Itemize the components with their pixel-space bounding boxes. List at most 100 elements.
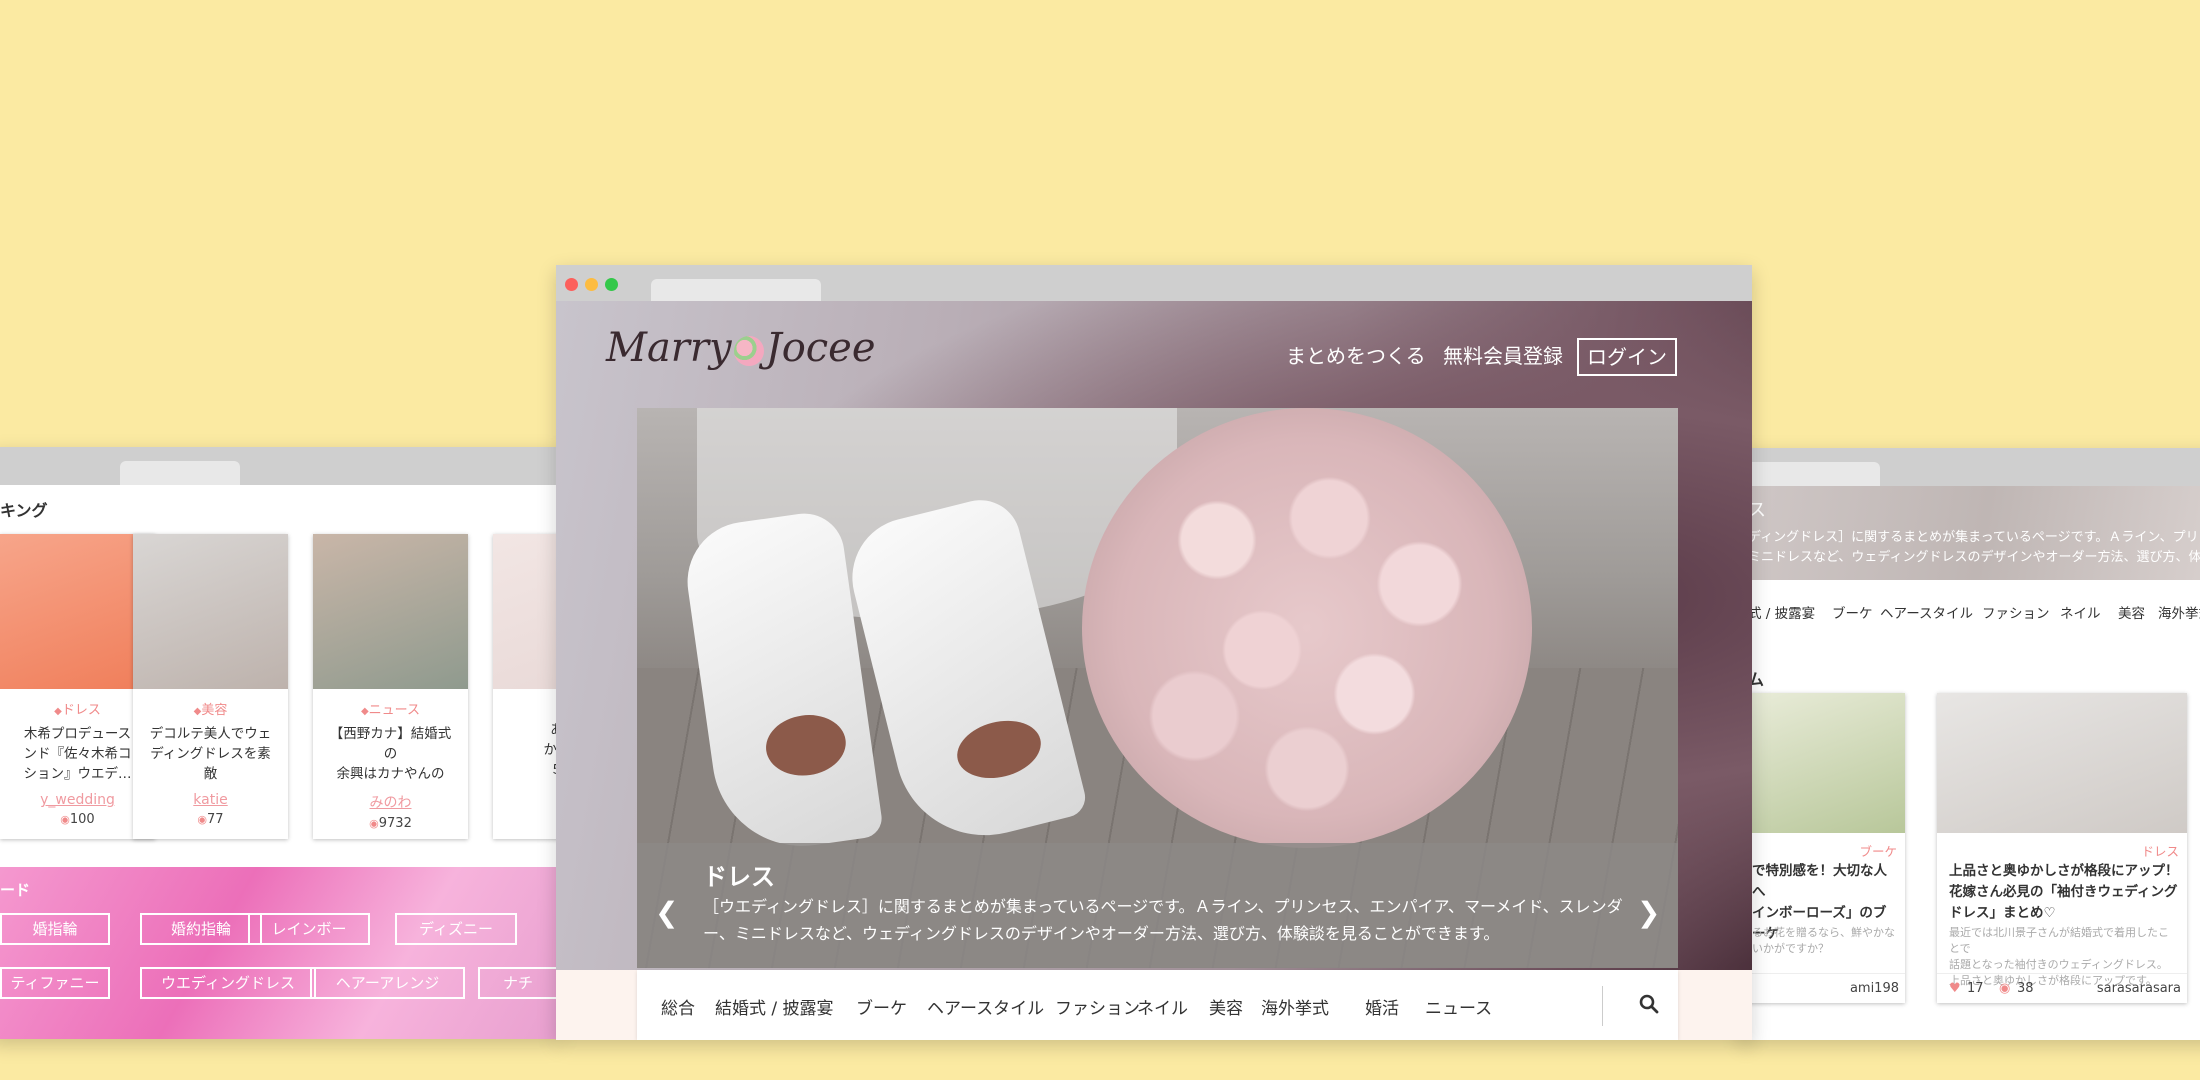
category-nav-item[interactable]: ブーケ [856, 994, 907, 1019]
category-tag[interactable]: 美容 [133, 699, 288, 718]
article-card[interactable]: 美容 デコルテ美人でウェ ディングドレスを素敵 に着こなそう！ katie 77 [133, 534, 288, 839]
keyword-chip[interactable]: 婚指輪 [0, 913, 110, 945]
article-card[interactable]: あなた か？結婚 ５つ… div [493, 534, 560, 839]
article-card[interactable]: ニュース 【西野カナ】結婚式の 余興はカナやんの『ト リセツ』で攻めよう… みの… [313, 534, 468, 839]
article-card[interactable]: ブーケ で特別感を！大切な人へ インボーローズ」のブーケ るお花を贈るなら、鮮や… [1740, 693, 1905, 1003]
browser-tab[interactable] [120, 461, 240, 485]
site-logo[interactable]: Marry Jocee [606, 325, 876, 371]
article-thumbnail[interactable] [1937, 693, 2187, 833]
author-link[interactable]: y_wedding [0, 792, 155, 808]
article-title[interactable]: デコルテ美人でウェ ディングドレスを素敵 に着こなそう！ [145, 724, 276, 784]
keyword-chip[interactable]: ディズニー [395, 913, 517, 945]
article-card[interactable]: ドレス 上品さと奥ゆかしさが格段にアップ！ 花嫁さん必見の「袖付きウェディング … [1937, 693, 2187, 1003]
category-nav-item[interactable]: ヘアースタイル [927, 994, 1044, 1019]
category-nav-item[interactable]: ネイル [1137, 994, 1188, 1019]
minimize-window-button[interactable] [585, 278, 598, 291]
hero-image-bouquet [1082, 408, 1532, 848]
category-nav-item[interactable]: ネイル [2060, 602, 2101, 622]
article-thumbnail[interactable] [0, 534, 155, 689]
author-name[interactable]: ami198 [1850, 981, 1899, 996]
category-nav-item[interactable]: 式 / 披露宴 [1748, 602, 1815, 622]
category-nav-item[interactable]: ファション [1055, 994, 1140, 1019]
hero-description: ディングドレス］に関するまとめが集まっているページです。Ａライン、プリンセ ミニ… [1748, 528, 2200, 568]
left-browser-window: キング ドレス 木希プロデュース ンド『佐々木希コ ション』ウエデ… y_wed… [0, 447, 560, 1039]
search-icon[interactable] [1637, 992, 1661, 1016]
keyword-chip[interactable]: ティファニー [0, 967, 110, 999]
maximize-window-button[interactable] [605, 278, 618, 291]
article-title[interactable]: 【西野カナ】結婚式の 余興はカナやんの『ト リセツ』で攻めよう… [325, 724, 456, 784]
article-thumbnail[interactable] [133, 534, 288, 689]
article-thumbnail[interactable] [313, 534, 468, 689]
category-tag[interactable] [493, 699, 560, 714]
article-card[interactable]: ドレス 木希プロデュース ンド『佐々木希コ ション』ウエデ… y_wedding… [0, 534, 155, 839]
author-link[interactable]: div [493, 788, 561, 804]
category-tag[interactable]: ブーケ [1859, 841, 1897, 860]
article-thumbnail[interactable] [493, 534, 560, 689]
hero-desc-line: ディングドレス］に関するまとめが集まっているページです。Ａライン、プリンセ [1748, 530, 2200, 545]
close-window-button[interactable] [565, 278, 578, 291]
browser-tab[interactable] [651, 279, 821, 301]
login-button[interactable]: ログイン [1577, 338, 1677, 376]
eye-icon: ◉ [1999, 981, 2011, 996]
carousel-next-icon[interactable]: ❯ [1637, 896, 1660, 929]
flower-icon [733, 336, 764, 366]
category-nav-item[interactable]: 結婚式 / 披露宴 [715, 994, 834, 1019]
view-count: 77 [133, 812, 288, 827]
hero-title: ドレス [703, 863, 775, 891]
heart-icon: ♥ [1949, 981, 1961, 996]
category-nav-item[interactable]: 海外挙式 [2158, 602, 2200, 622]
category-nav-item[interactable]: ヘアースタイル [1880, 602, 1973, 622]
keyword-chip[interactable]: ウエディングドレス [140, 967, 316, 999]
category-tag[interactable]: ニュース [313, 699, 468, 718]
category-nav-item[interactable]: 美容 [2118, 602, 2145, 622]
view-count: 38 [2017, 981, 2034, 996]
keyword-chip[interactable]: 婚約指輪 [140, 913, 262, 945]
category-nav-item[interactable]: 美容 [1209, 994, 1243, 1019]
category-nav: 式 / 披露宴ブーケヘアースタイルファションネイル美容海外挙式 [1740, 580, 2200, 644]
author-link[interactable]: みのわ [313, 792, 468, 812]
hero-desc-line: ミニドレスなど、ウェディングドレスのデザインやオーダー方法、選び方、体験 [1748, 550, 2200, 565]
right-browser-window: ス ディングドレス］に関するまとめが集まっているページです。Ａライン、プリンセ … [1740, 448, 2200, 1040]
view-count: 9732 [313, 816, 468, 831]
register-link[interactable]: 無料会員登録 [1443, 340, 1563, 369]
logo-text-left: Marry [606, 325, 732, 371]
view-count: 100 [0, 812, 155, 827]
article-thumbnail[interactable] [1740, 693, 1905, 833]
logo-text-right: Jocee [765, 325, 876, 371]
article-title[interactable]: 上品さと奥ゆかしさが格段にアップ！ 花嫁さん必見の「袖付きウェディング ドレス」… [1949, 861, 2179, 924]
keyword-chip[interactable]: ヘアーアレンジ [310, 967, 465, 999]
browser-chrome [556, 265, 1752, 301]
author-name[interactable]: sarasarasara [2097, 981, 2181, 996]
browser-chrome [0, 447, 560, 485]
hero-description: ［ウエディングドレス］に関するまとめが集まっているページです。Ａライン、プリンセ… [703, 897, 1623, 943]
category-tag[interactable]: ドレス [0, 699, 155, 718]
card-footer: 0 ami198 [1740, 973, 1905, 1003]
category-nav-item[interactable]: ニュース [1425, 994, 1492, 1019]
category-nav-item[interactable]: 婚活 [1365, 994, 1399, 1019]
browser-tab[interactable] [1740, 462, 1880, 486]
article-title[interactable]: あなた か？結婚 ５つ… [505, 720, 561, 780]
create-summary-link[interactable]: まとめをつくる [1286, 340, 1426, 369]
browser-chrome [1740, 448, 2200, 486]
keyword-chip[interactable]: レインボー [248, 913, 370, 945]
keyword-band: ード 婚指輪 婚約指輪 レインボー ディズニーティファニー ウエディングドレス ヘアーアレ… [0, 867, 560, 1039]
carousel-prev-icon[interactable]: ❮ [655, 896, 678, 929]
card-footer: ♥ 17 ◉ 38 sarasarasara [1937, 973, 2187, 1003]
category-nav-item[interactable]: ファション [1982, 602, 2050, 622]
hero-caption: ドレス ［ウエディングドレス］に関するまとめが集まっているページです。Ａライン、… [637, 843, 1678, 968]
keyword-title: ード [0, 881, 31, 899]
author-link[interactable]: katie [133, 792, 288, 808]
category-nav-item[interactable]: 海外挙式 [1261, 994, 1329, 1019]
nav-divider [1602, 986, 1603, 1026]
keyword-chip[interactable]: ナチ [478, 967, 558, 999]
article-title[interactable]: 木希プロデュース ンド『佐々木希コ ション』ウエデ… [12, 724, 143, 784]
main-browser-window: Marry Jocee まとめをつくる 無料会員登録 ログイン ドレス ［ウエディ… [556, 265, 1752, 1040]
hero-carousel: ドレス ［ウエディングドレス］に関するまとめが集まっているページです。Ａライン、… [637, 408, 1678, 968]
view-count [493, 808, 560, 823]
like-count: 17 [1967, 981, 1984, 996]
ranking-title: キング [0, 501, 48, 520]
article-description: るお花を贈るなら、鮮やかな いかがですか？ [1752, 926, 1895, 955]
category-nav-item[interactable]: 総合 [661, 994, 695, 1019]
category-nav-item[interactable]: ブーケ [1832, 602, 1873, 622]
category-tag[interactable]: ドレス [2141, 841, 2179, 860]
